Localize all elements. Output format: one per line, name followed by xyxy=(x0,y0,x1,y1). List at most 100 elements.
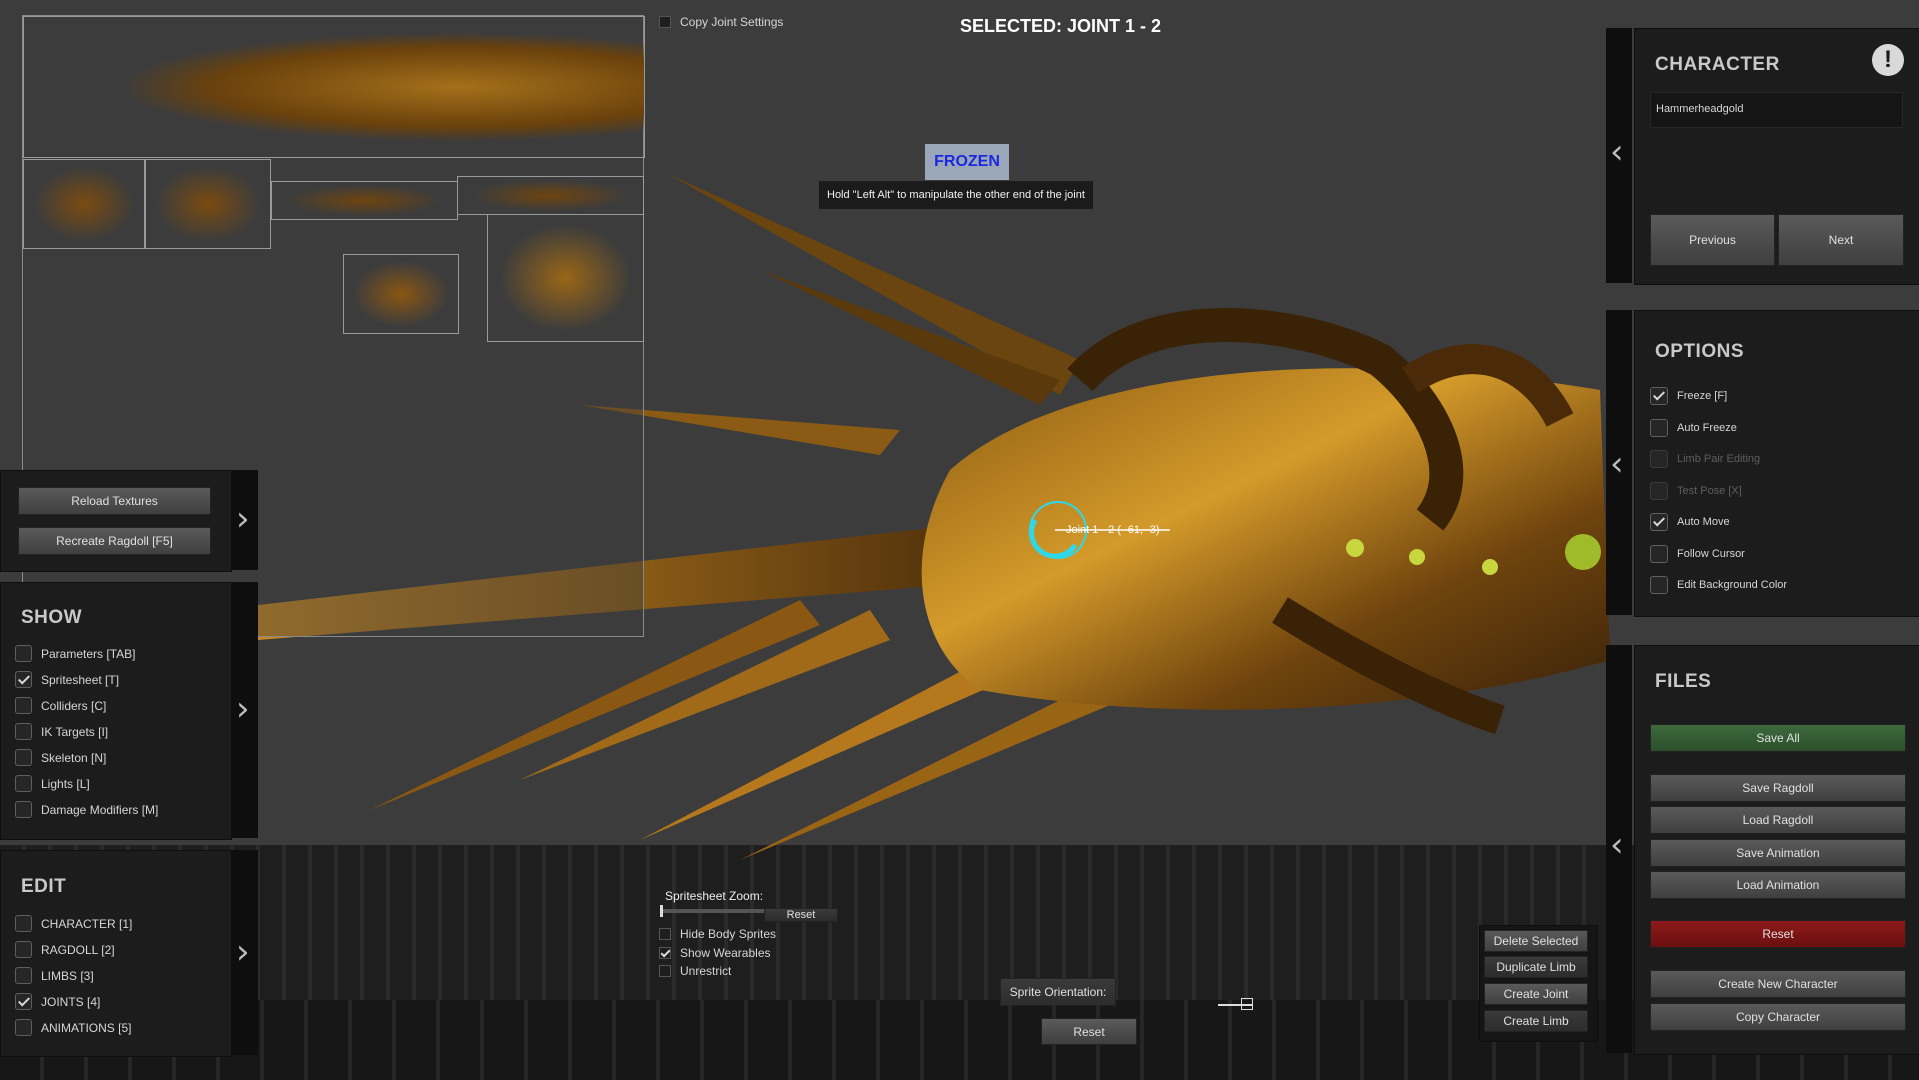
edit-panel-checkbox[interactable] xyxy=(15,1019,32,1036)
reset-button[interactable]: Reset xyxy=(1650,920,1906,948)
spritesheet-cell-spine-1[interactable] xyxy=(271,181,458,220)
duplicate-limb-button[interactable]: Duplicate Limb xyxy=(1484,956,1588,978)
show-panel-label: Damage Modifiers [M] xyxy=(41,802,159,817)
show-wearables-label: Show Wearables xyxy=(680,946,771,960)
edit-panel-label: RAGDOLL [2] xyxy=(41,942,115,957)
options-panel-item[interactable]: Follow Cursor xyxy=(1650,544,1745,563)
options-panel-checkbox[interactable] xyxy=(1650,418,1668,437)
reload-textures-button[interactable]: Reload Textures xyxy=(18,487,211,515)
tooltip: Hold "Left Alt" to manipulate the other … xyxy=(819,181,1093,209)
spritesheet-zoom-slider[interactable] xyxy=(660,909,764,913)
spritesheet-cell-head[interactable] xyxy=(23,16,645,158)
show-panel-checkbox[interactable] xyxy=(15,671,32,688)
show-panel-checkbox[interactable] xyxy=(15,697,32,714)
show-panel-item[interactable]: IK Targets [I] xyxy=(15,723,108,740)
options-panel-checkbox[interactable] xyxy=(1650,387,1668,405)
edit-panel-checkbox[interactable] xyxy=(15,967,32,984)
edit-panel-title: EDIT xyxy=(21,876,67,897)
options-panel-item[interactable]: Freeze [F] xyxy=(1650,387,1727,405)
show-panel-checkbox[interactable] xyxy=(15,749,32,766)
load-ragdoll-button[interactable]: Load Ragdoll xyxy=(1650,806,1906,834)
edit-panel-checkbox[interactable] xyxy=(15,993,32,1010)
edit-panel-item[interactable]: ANIMATIONS [5] xyxy=(15,1019,131,1036)
show-panel-label: Parameters [TAB] xyxy=(41,646,136,661)
edit-panel-item[interactable]: CHARACTER [1] xyxy=(15,915,132,932)
show-panel-item[interactable]: Skeleton [N] xyxy=(15,749,106,766)
show-panel-item[interactable]: Lights [L] xyxy=(15,775,90,792)
load-animation-button[interactable]: Load Animation xyxy=(1650,871,1906,899)
copy-character-button[interactable]: Copy Character xyxy=(1650,1003,1906,1031)
edit-panel-item[interactable]: RAGDOLL [2] xyxy=(15,941,115,958)
show-panel-label: Colliders [C] xyxy=(41,698,107,713)
show-panel-checkbox[interactable] xyxy=(15,723,32,740)
unrestrict-checkbox[interactable] xyxy=(659,965,671,977)
show-panel-checkbox[interactable] xyxy=(15,645,32,662)
orientation-reset-button[interactable]: Reset xyxy=(1041,1018,1137,1045)
hide-body-sprites-row[interactable]: Hide Body Sprites xyxy=(659,927,776,941)
save-ragdoll-button[interactable]: Save Ragdoll xyxy=(1650,774,1906,802)
show-panel-item[interactable]: Colliders [C] xyxy=(15,697,106,714)
recreate-ragdoll-button[interactable]: Recreate Ragdoll [F5] xyxy=(18,527,211,555)
show-wearables-row[interactable]: Show Wearables xyxy=(659,946,771,960)
edit-panel-item[interactable]: JOINTS [4] xyxy=(15,993,100,1010)
options-panel-checkbox[interactable] xyxy=(1650,513,1668,531)
chevron-left-icon[interactable]: ‹ xyxy=(1610,135,1624,169)
copy-joint-settings-checkbox[interactable] xyxy=(659,16,671,28)
create-joint-button[interactable]: Create Joint xyxy=(1484,983,1588,1005)
show-panel-item[interactable]: Damage Modifiers [M] xyxy=(15,801,158,818)
files-panel-title: FILES xyxy=(1655,671,1712,692)
show-panel-item[interactable]: Spritesheet [T] xyxy=(15,671,119,688)
spritesheet-cell-tentacle-1[interactable] xyxy=(23,159,145,249)
options-panel-item[interactable]: Auto Move xyxy=(1650,513,1730,531)
edit-panel-item[interactable]: LIMBS [3] xyxy=(15,967,94,984)
alert-icon[interactable]: ! xyxy=(1872,44,1904,76)
joint-label: Joint 1 - 2 ( -61, -3) xyxy=(1066,524,1160,536)
chevron-right-icon[interactable]: › xyxy=(236,935,250,969)
options-panel-label: Limb Pair Editing xyxy=(1677,453,1761,465)
options-panel-checkbox[interactable] xyxy=(1650,544,1668,563)
edit-panel-label: CHARACTER [1] xyxy=(41,916,133,931)
unrestrict-row[interactable]: Unrestrict xyxy=(659,964,731,978)
chevron-right-icon[interactable]: › xyxy=(236,692,250,726)
options-panel-checkbox[interactable] xyxy=(1650,576,1668,594)
options-panel-title: OPTIONS xyxy=(1655,341,1745,362)
options-panel-item[interactable]: Edit Background Color xyxy=(1650,576,1787,594)
zoom-reset-button[interactable]: Reset xyxy=(764,908,838,922)
chevron-right-icon[interactable]: › xyxy=(236,502,250,536)
delete-selected-button[interactable]: Delete Selected xyxy=(1484,930,1588,952)
chevron-left-icon[interactable]: ‹ xyxy=(1610,447,1624,481)
show-panel-label: Skeleton [N] xyxy=(41,750,107,765)
options-panel-checkbox xyxy=(1650,481,1668,500)
orientation-dial-handle[interactable] xyxy=(1241,998,1253,1010)
show-wearables-checkbox[interactable] xyxy=(659,947,671,959)
edit-panel-checkbox[interactable] xyxy=(15,941,32,958)
edit-panel-label: JOINTS [4] xyxy=(41,994,101,1009)
character-panel-title: CHARACTER xyxy=(1655,54,1780,75)
spritesheet-cell-spine-2[interactable] xyxy=(457,176,644,215)
show-panel-checkbox[interactable] xyxy=(15,801,32,818)
options-panel-checkbox xyxy=(1650,450,1668,468)
previous-button[interactable]: Previous xyxy=(1650,214,1775,266)
spritesheet-cell-fin-1[interactable] xyxy=(343,254,459,334)
slider-handle[interactable] xyxy=(660,905,663,917)
edit-panel-checkbox[interactable] xyxy=(15,915,32,932)
spritesheet-cell-tentacle-2[interactable] xyxy=(145,159,271,249)
next-button[interactable]: Next xyxy=(1778,214,1904,266)
save-animation-button[interactable]: Save Animation xyxy=(1650,839,1906,867)
edit-panel-label: ANIMATIONS [5] xyxy=(41,1020,132,1035)
frozen-badge: FROZEN xyxy=(925,144,1009,180)
spritesheet-cell-fin-2[interactable] xyxy=(487,214,644,342)
chevron-left-icon[interactable]: ‹ xyxy=(1610,828,1624,862)
create-new-character-button[interactable]: Create New Character xyxy=(1650,970,1906,998)
show-panel-label: Lights [L] xyxy=(41,776,90,791)
options-panel-label: Auto Freeze xyxy=(1677,421,1737,434)
options-panel-label: Follow Cursor xyxy=(1677,547,1745,560)
copy-joint-settings-label: Copy Joint Settings xyxy=(680,15,784,29)
hide-body-sprites-checkbox[interactable] xyxy=(659,928,671,940)
show-panel-checkbox[interactable] xyxy=(15,775,32,792)
create-limb-button[interactable]: Create Limb xyxy=(1484,1010,1588,1032)
show-panel-item[interactable]: Parameters [TAB] xyxy=(15,645,135,662)
options-panel-item[interactable]: Auto Freeze xyxy=(1650,418,1737,437)
hide-body-sprites-label: Hide Body Sprites xyxy=(680,927,777,941)
save-all-button[interactable]: Save All xyxy=(1650,724,1906,752)
